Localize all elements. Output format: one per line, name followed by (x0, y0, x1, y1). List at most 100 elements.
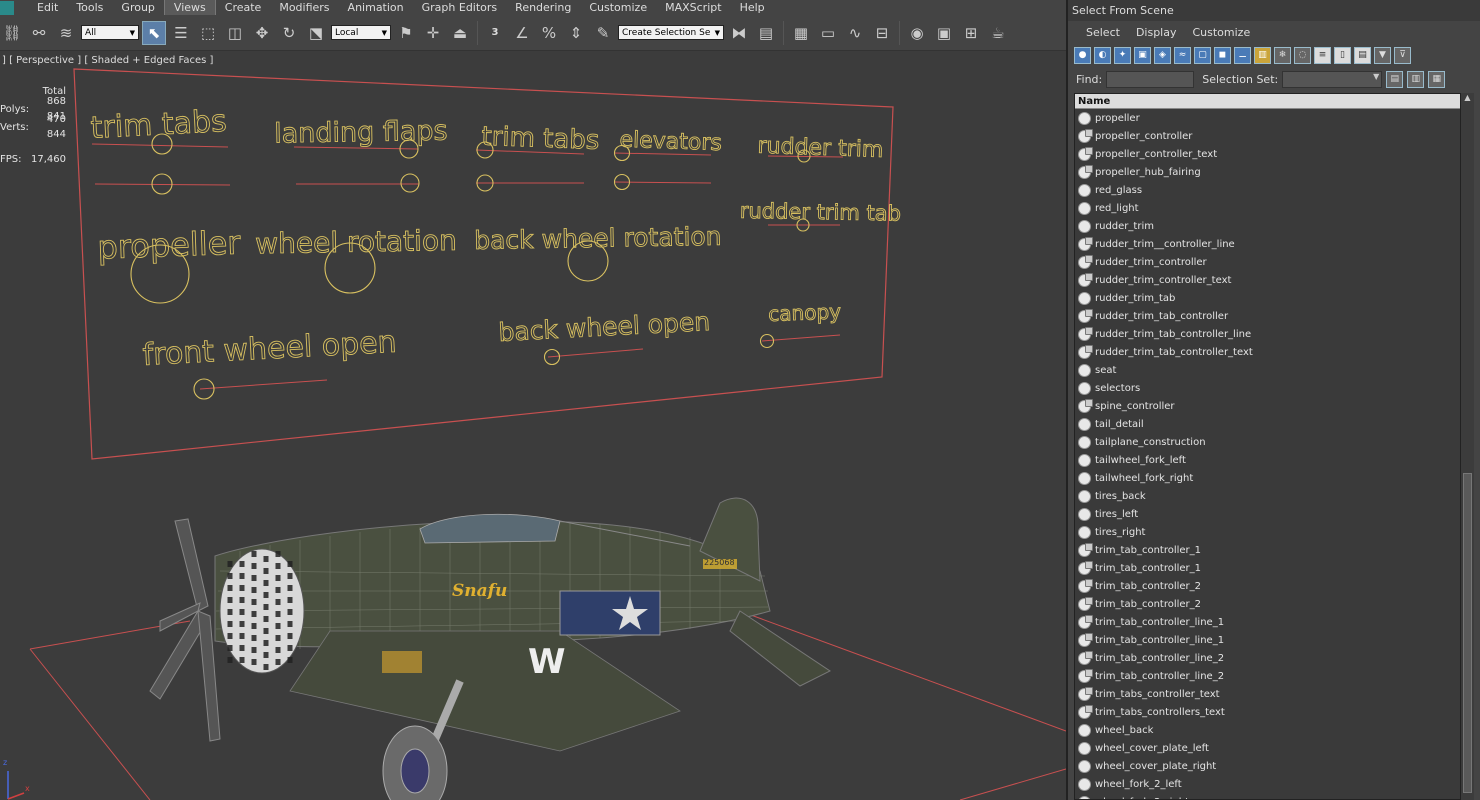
sort-filter-icon[interactable]: ⊽ (1394, 46, 1411, 64)
edit-selection-set-icon[interactable]: ▦ (1428, 70, 1446, 88)
invert-display-icon[interactable]: ▤ (1354, 46, 1371, 64)
list-item[interactable]: propeller_hub_fairing (1075, 163, 1461, 181)
list-item[interactable]: spine_controller (1075, 397, 1461, 415)
select-manipulate-icon[interactable]: ✛ (421, 21, 445, 45)
bind-spacewarp-icon[interactable]: ≋ (54, 21, 78, 45)
list-item[interactable]: seat (1075, 361, 1461, 379)
list-item[interactable]: rudder_trim_controller_text (1075, 271, 1461, 289)
list-item[interactable]: red_light (1075, 199, 1461, 217)
find-input[interactable] (1106, 70, 1195, 88)
select-by-name-icon[interactable]: ☰ (169, 21, 193, 45)
display-containers-icon[interactable]: ▥ (1254, 46, 1271, 64)
list-item[interactable]: rudder_trim_controller (1075, 253, 1461, 271)
rectangular-selection-icon[interactable]: ⬚ (196, 21, 220, 45)
list-item[interactable]: rudder_trim (1075, 217, 1461, 235)
landing-flaps-knob[interactable] (400, 173, 420, 193)
list-item[interactable]: trim_tab_controller_line_1 (1075, 613, 1461, 631)
scrollbar-thumb[interactable] (1463, 473, 1472, 793)
render-production-icon[interactable]: ☕ (986, 21, 1010, 45)
angle-snap-icon[interactable]: ∠ (510, 21, 534, 45)
list-item[interactable]: propeller (1075, 109, 1461, 127)
render-setup-icon[interactable]: ▣ (932, 21, 956, 45)
align-icon[interactable]: ▤ (754, 21, 778, 45)
list-item[interactable]: trim_tab_controller_line_2 (1075, 649, 1461, 667)
edit-named-selection-icon[interactable]: ✎ (591, 21, 615, 45)
panel-label-elevators[interactable]: elevators (619, 127, 723, 157)
curve-editor-icon[interactable]: ∿ (843, 21, 867, 45)
list-item[interactable]: wheel_fork_2_left (1075, 775, 1461, 793)
scroll-up-icon[interactable]: ▲ (1461, 93, 1474, 107)
selection-filter-dropdown[interactable]: All ▼ (81, 25, 139, 40)
dialog-title[interactable]: Select From Scene (1068, 0, 1480, 21)
keyboard-shortcut-override-icon[interactable]: ⏏ (448, 21, 472, 45)
display-hidden-icon[interactable]: ◌ (1294, 46, 1311, 64)
unlink-icon[interactable]: ⚯ (27, 21, 51, 45)
menu-select[interactable]: Select (1078, 26, 1128, 39)
perspective-viewport[interactable]: trim tabs landing flaps trim tabs elevators… (0, 51, 1066, 800)
menu-tools[interactable]: Tools (67, 0, 112, 15)
panel-label-landing-flaps[interactable]: landing flaps (274, 115, 449, 150)
link-icon[interactable]: ⛓ (0, 21, 24, 45)
menu-graph-editors[interactable]: Graph Editors (413, 0, 507, 15)
list-item[interactable]: wheel_cover_plate_left (1075, 739, 1461, 757)
menu-edit[interactable]: Edit (28, 0, 67, 15)
menu-customize[interactable]: Customize (580, 0, 656, 15)
display-none-icon[interactable]: ▯ (1334, 46, 1351, 64)
display-geometry-icon[interactable]: ● (1074, 46, 1091, 64)
list-item[interactable]: trim_tabs_controller_text (1075, 685, 1461, 703)
display-bones-icon[interactable]: ⚊ (1234, 46, 1251, 64)
list-item[interactable]: red_glass (1075, 181, 1461, 199)
menu-help[interactable]: Help (731, 0, 774, 15)
remove-selection-set-icon[interactable]: ▥ (1407, 70, 1425, 88)
spinner-snap-icon[interactable]: ⇕ (564, 21, 588, 45)
menu-group[interactable]: Group (112, 0, 164, 15)
filter-icon[interactable]: ▼ (1374, 46, 1391, 64)
menu-display[interactable]: Display (1128, 26, 1185, 39)
percent-snap-icon[interactable]: % (537, 21, 561, 45)
list-item[interactable]: tailwheel_fork_left (1075, 451, 1461, 469)
display-cameras-icon[interactable]: ▣ (1134, 46, 1151, 64)
menu-maxscript[interactable]: MAXScript (656, 0, 730, 15)
menu-rendering[interactable]: Rendering (506, 0, 580, 15)
panel-label-canopy[interactable]: canopy (767, 299, 842, 326)
list-item[interactable]: rudder_trim_tab_controller_line (1075, 325, 1461, 343)
panel-label-wheel-rotation[interactable]: wheel rotation (254, 223, 457, 261)
list-item[interactable]: tail_detail (1075, 415, 1461, 433)
list-item[interactable]: tires_left (1075, 505, 1461, 523)
display-groups-icon[interactable]: ▢ (1194, 46, 1211, 64)
panel-label-rudder-trim[interactable]: rudder trim (757, 133, 884, 163)
list-item[interactable]: tires_right (1075, 523, 1461, 541)
column-header-name[interactable]: Name (1075, 94, 1461, 109)
ribbon-icon[interactable]: ▭ (816, 21, 840, 45)
panel-label-back-wheel-open[interactable]: back wheel open (497, 306, 711, 347)
display-all-icon[interactable]: ≡ (1314, 46, 1331, 64)
list-item[interactable]: tailplane_construction (1075, 433, 1461, 451)
rotate-icon[interactable]: ↻ (277, 21, 301, 45)
list-item[interactable]: trim_tab_controller_line_2 (1075, 667, 1461, 685)
list-item[interactable]: trim_tab_controller_line_1 (1075, 631, 1461, 649)
add-selection-set-icon[interactable]: ▤ (1386, 70, 1404, 88)
mirror-icon[interactable]: ⧓ (727, 21, 751, 45)
pivot-center-icon[interactable]: ⚑ (394, 21, 418, 45)
display-helpers-icon[interactable]: ◈ (1154, 46, 1171, 64)
list-item[interactable]: trim_tab_controller_1 (1075, 559, 1461, 577)
list-item[interactable]: propeller_controller_text (1075, 145, 1461, 163)
named-selection-set-dropdown[interactable]: Create Selection Se ▼ (618, 25, 724, 40)
app-logo-icon[interactable] (0, 0, 14, 15)
list-item[interactable]: rudder_trim_tab (1075, 289, 1461, 307)
display-shapes-icon[interactable]: ◐ (1094, 46, 1111, 64)
select-object-icon[interactable]: ⬉ (142, 20, 166, 45)
window-crossing-icon[interactable]: ◫ (223, 21, 247, 45)
p47-aircraft-model[interactable]: 225068 W Snafu (149, 497, 831, 800)
list-item[interactable]: rudder_trim_tab_controller_text (1075, 343, 1461, 361)
list-item[interactable]: propeller_controller (1075, 127, 1461, 145)
panel-label-propeller[interactable]: propeller (96, 223, 242, 267)
list-item[interactable]: trim_tab_controller_2 (1075, 577, 1461, 595)
schematic-view-icon[interactable]: ⊟ (870, 21, 894, 45)
display-xrefs-icon[interactable]: ◼ (1214, 46, 1231, 64)
reference-coord-dropdown[interactable]: Local ▼ (331, 25, 391, 40)
menu-modifiers[interactable]: Modifiers (270, 0, 338, 15)
rendered-frame-window-icon[interactable]: ⊞ (959, 21, 983, 45)
scale-icon[interactable]: ⬔ (304, 21, 328, 45)
list-item[interactable]: trim_tab_controller_1 (1075, 541, 1461, 559)
